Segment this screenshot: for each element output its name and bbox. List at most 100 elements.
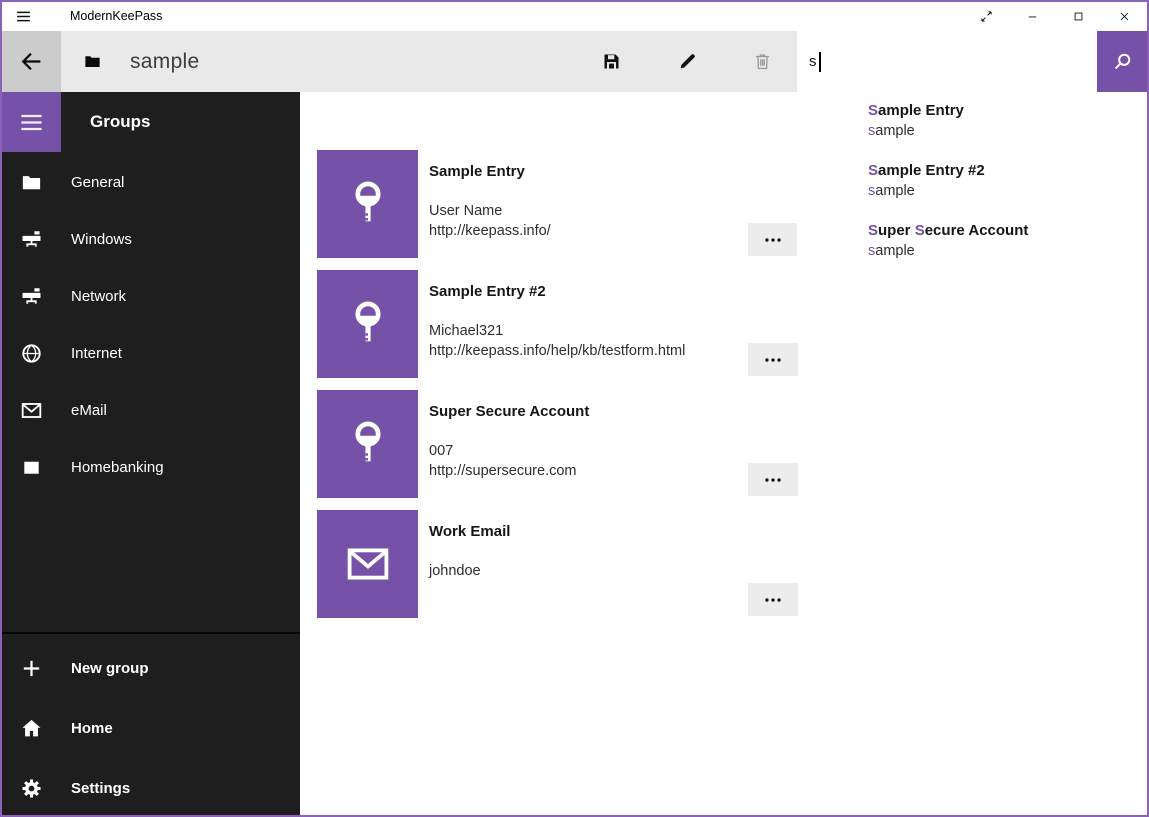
entry-row[interactable]: Sample Entry #2 Michael321http://keepass.… <box>317 270 798 378</box>
search-box <box>797 31 1097 92</box>
sidebar-item-network[interactable]: Network <box>2 268 300 325</box>
group-list: General Windows Network Internet eMail Homeba… <box>2 154 300 496</box>
entry-row[interactable]: Super Secure Account 007http://supersecur… <box>317 390 798 498</box>
delete-button[interactable] <box>739 31 785 92</box>
network-icon <box>20 228 43 251</box>
key-icon <box>342 418 394 470</box>
entry-tile <box>317 150 418 258</box>
database-folder-icon <box>83 52 102 71</box>
sidebar-item-label: General <box>71 174 124 191</box>
suggestion-subtitle: sample <box>868 241 1147 261</box>
plus-icon <box>20 657 43 680</box>
suggestion-title: Sample Entry <box>868 101 1147 121</box>
sidebar-item-windows[interactable]: Windows <box>2 211 300 268</box>
ellipsis-icon <box>760 587 786 613</box>
ellipsis-icon <box>760 227 786 253</box>
sidebar: Groups GeneralWindowsNetworkInterneteMai… <box>2 92 300 815</box>
app-title: ModernKeePass <box>70 2 162 31</box>
globe-icon <box>20 342 43 365</box>
entry-more-button[interactable] <box>748 223 798 256</box>
sidebar-item-label: New group <box>71 660 149 677</box>
entry-tile <box>317 510 418 618</box>
home-icon <box>20 717 43 740</box>
save-button[interactable] <box>588 31 634 92</box>
save-icon <box>601 51 622 72</box>
trash-icon <box>752 51 773 72</box>
entry-detail: 007 <box>429 441 740 461</box>
database-name: sample <box>130 31 200 92</box>
close-button[interactable] <box>1101 2 1147 31</box>
entry-title: Sample Entry #2 <box>429 283 740 300</box>
search-button[interactable] <box>1097 31 1147 92</box>
window-controls <box>963 2 1147 31</box>
entry-detail: User Name <box>429 201 740 221</box>
sidebar-item-email[interactable]: eMail <box>2 382 300 439</box>
entry-detail: johndoe <box>429 561 740 581</box>
maximize-icon <box>1071 9 1086 24</box>
entry-detail: http://keepass.info/ <box>429 221 740 241</box>
envelope-icon <box>20 399 43 422</box>
hamburger-icon <box>18 109 45 136</box>
entry-text: Super Secure Account 007http://supersecur… <box>429 390 740 481</box>
folder-icon <box>20 171 43 194</box>
sidebar-divider <box>2 632 300 634</box>
square-icon <box>20 456 43 479</box>
command-bar: sample <box>2 31 1147 92</box>
sidebar-footer: New group Home Settings <box>2 638 300 817</box>
sidebar-item-settings[interactable]: Settings <box>2 758 300 817</box>
ellipsis-icon <box>760 467 786 493</box>
close-icon <box>1117 9 1132 24</box>
key-icon <box>342 298 394 350</box>
suggestion-subtitle: sample <box>868 181 1147 201</box>
entry-more-button[interactable] <box>748 343 798 376</box>
suggestion-title: Sample Entry #2 <box>868 161 1147 181</box>
envelope-icon <box>344 540 392 588</box>
suggestion-subtitle: sample <box>868 121 1147 141</box>
ellipsis-icon <box>760 347 786 373</box>
sidebar-item-label: Homebanking <box>71 459 164 476</box>
sidebar-item-label: Internet <box>71 345 122 362</box>
sidebar-item-label: eMail <box>71 402 107 419</box>
entry-detail: http://keepass.info/help/kb/testform.htm… <box>429 341 740 361</box>
entry-text: Work Email johndoe <box>429 510 740 581</box>
sidebar-item-label: Settings <box>71 780 130 797</box>
entry-title: Sample Entry <box>429 163 740 180</box>
search-suggestion[interactable]: Sample Entry #2sample <box>797 152 1147 212</box>
sidebar-item-new-group[interactable]: New group <box>2 638 300 698</box>
entry-detail: http://supersecure.com <box>429 461 740 481</box>
entry-text: Sample Entry User Namehttp://keepass.info… <box>429 150 740 241</box>
hamburger-icon[interactable] <box>15 8 32 25</box>
titlebar: ModernKeePass <box>2 2 1147 31</box>
search-suggestions: Sample EntrysampleSample Entry #2sampleS… <box>797 92 1147 272</box>
sidebar-item-homebanking[interactable]: Homebanking <box>2 439 300 496</box>
entry-more-button[interactable] <box>748 583 798 616</box>
minimize-icon <box>1025 9 1040 24</box>
back-button[interactable] <box>2 31 61 92</box>
entry-list: Sample EntryUser Namehttp://keepass.info… <box>317 150 798 630</box>
search-suggestion[interactable]: Super Secure Accountsample <box>797 212 1147 272</box>
maximize-button[interactable] <box>1055 2 1101 31</box>
sidebar-item-home[interactable]: Home <box>2 698 300 758</box>
entry-tile <box>317 390 418 498</box>
key-icon <box>342 178 394 230</box>
edit-button[interactable] <box>664 31 710 92</box>
back-arrow-icon <box>19 49 44 74</box>
entry-text: Sample Entry #2 Michael321http://keepass.… <box>429 270 740 361</box>
search-suggestion[interactable]: Sample Entrysample <box>797 92 1147 152</box>
network-icon <box>20 285 43 308</box>
minimize-button[interactable] <box>1009 2 1055 31</box>
magnifier-icon <box>1111 50 1134 73</box>
fullscreen-button[interactable] <box>963 2 1009 31</box>
menu-toggle-button[interactable] <box>2 92 61 152</box>
entry-title: Work Email <box>429 523 740 540</box>
entry-row[interactable]: Sample Entry User Namehttp://keepass.info… <box>317 150 798 258</box>
search-input[interactable] <box>797 31 1097 92</box>
entry-detail: Michael321 <box>429 321 740 341</box>
entry-more-button[interactable] <box>748 463 798 496</box>
entry-tile <box>317 270 418 378</box>
sidebar-item-internet[interactable]: Internet <box>2 325 300 382</box>
sidebar-item-label: Windows <box>71 231 132 248</box>
entry-row[interactable]: Work Email johndoe <box>317 510 798 618</box>
entry-title: Super Secure Account <box>429 403 740 420</box>
sidebar-item-general[interactable]: General <box>2 154 300 211</box>
